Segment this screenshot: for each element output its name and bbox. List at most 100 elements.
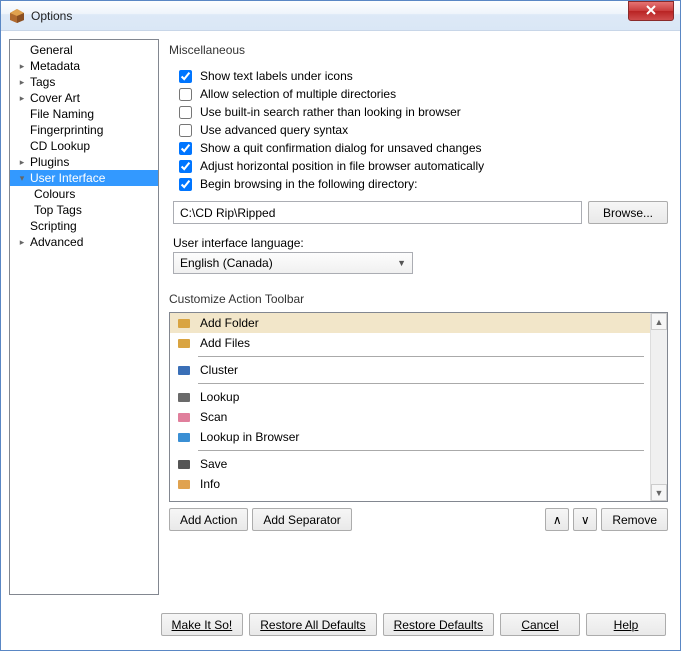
nav-item-fingerprinting[interactable]: Fingerprinting [10,122,158,138]
expand-icon[interactable]: ▸ [16,77,28,88]
close-button[interactable] [628,1,674,21]
toolbar-item-label: Save [200,457,227,471]
chevron-down-icon: ∨ [581,513,590,527]
nav-item-colours[interactable]: Colours [10,186,158,202]
app-icon [9,8,25,24]
toolbar-item-label: Info [200,477,220,491]
toolbar-item-save[interactable]: Save [170,454,650,474]
toolbar-item-cluster[interactable]: Cluster [170,360,650,380]
body: General▸Metadata▸Tags▸Cover ArtFile Nami… [1,31,680,603]
toolbar-separator [198,450,644,451]
toolbar-item-lookup-in-browser[interactable]: Lookup in Browser [170,427,650,447]
close-icon [645,4,657,18]
restore-defaults-button[interactable]: Restore Defaults [383,613,494,636]
nav-label: Plugins [30,155,69,169]
language-value: English (Canada) [180,256,273,270]
titlebar[interactable]: Options [1,1,680,31]
nav-item-scripting[interactable]: Scripting [10,218,158,234]
nav-item-metadata[interactable]: ▸Metadata [10,58,158,74]
window-title: Options [31,9,628,23]
nav-item-user-interface[interactable]: ▾User Interface [10,170,158,186]
nav-item-cover-art[interactable]: ▸Cover Art [10,90,158,106]
restore-all-defaults-button[interactable]: Restore All Defaults [249,613,376,636]
chevron-down-icon: ▼ [397,258,406,268]
nav-item-tags[interactable]: ▸Tags [10,74,158,90]
checkbox-label: Use built-in search rather than looking … [200,105,461,119]
toolbar-separator [198,383,644,384]
cancel-button[interactable]: Cancel [500,613,580,636]
checkbox[interactable] [179,142,192,155]
expand-icon[interactable]: ▸ [16,237,28,248]
make-it-so-button[interactable]: Make It So! [161,613,244,636]
checkbox[interactable] [179,178,192,191]
nav-label: Metadata [30,59,80,73]
checkbox-label: Show a quit confirmation dialog for unsa… [200,141,482,155]
content-pane: Miscellaneous Show text labels under ico… [167,39,672,595]
nav-label: File Naming [30,107,94,121]
checkbox-row: Use advanced query syntax [179,123,668,137]
nav-item-general[interactable]: General [10,42,158,58]
checkbox[interactable] [179,106,192,119]
nav-label: Colours [34,187,75,201]
footer: Make It So! Restore All Defaults Restore… [1,603,680,650]
nav-item-plugins[interactable]: ▸Plugins [10,154,158,170]
nav-label: Cover Art [30,91,80,105]
checkbox-row: Show a quit confirmation dialog for unsa… [179,141,668,155]
toolbar-item-label: Scan [200,410,227,424]
browse-button[interactable]: Browse... [588,201,668,224]
add-action-button[interactable]: Add Action [169,508,248,531]
nav-item-advanced[interactable]: ▸Advanced [10,234,158,250]
browse-path-input[interactable] [173,201,582,224]
checkbox-row: Begin browsing in the following director… [179,177,668,191]
toolbar-separator [198,356,644,357]
toolbar-item-scan[interactable]: Scan [170,407,650,427]
checkbox-label: Show text labels under icons [200,69,353,83]
expand-icon[interactable]: ▸ [16,61,28,72]
nav-label: Top Tags [34,203,82,217]
add-files-icon [176,335,192,351]
checkbox-row: Use built-in search rather than looking … [179,105,668,119]
toolbar-item-add-folder[interactable]: Add Folder [170,313,650,333]
expand-icon[interactable]: ▸ [16,157,28,168]
lookup-in-browser-icon [176,429,192,445]
scan-icon [176,409,192,425]
toolbar-item-info[interactable]: Info [170,474,650,494]
toolbar-item-add-files[interactable]: Add Files [170,333,650,353]
expand-icon[interactable]: ▾ [16,173,28,184]
toolbar-list-box: Add Folder Add Files Cluster Lookup Scan Look… [169,312,668,502]
nav-label: CD Lookup [30,139,90,153]
toolbar-item-label: Add Folder [200,316,259,330]
checkbox-label: Begin browsing in the following director… [200,177,417,191]
misc-title: Miscellaneous [169,43,668,57]
checkbox[interactable] [179,70,192,83]
nav-item-cd-lookup[interactable]: CD Lookup [10,138,158,154]
info-icon [176,476,192,492]
toolbar-item-label: Cluster [200,363,238,377]
remove-button[interactable]: Remove [601,508,668,531]
toolbar-item-lookup[interactable]: Lookup [170,387,650,407]
checkbox[interactable] [179,160,192,173]
add-separator-button[interactable]: Add Separator [252,508,351,531]
scroll-down-icon[interactable]: ▼ [651,484,667,501]
save-icon [176,456,192,472]
scroll-up-icon[interactable]: ▲ [651,313,667,330]
move-up-button[interactable]: ∧ [545,508,569,531]
toolbar-list[interactable]: Add Folder Add Files Cluster Lookup Scan Look… [170,313,650,501]
toolbar-item-label: Lookup [200,390,239,404]
move-down-button[interactable]: ∨ [573,508,597,531]
nav-label: Fingerprinting [30,123,103,137]
checkbox[interactable] [179,124,192,137]
language-select[interactable]: English (Canada) ▼ [173,252,413,274]
chevron-up-icon: ∧ [553,513,562,527]
nav-tree[interactable]: General▸Metadata▸Tags▸Cover ArtFile Nami… [9,39,159,595]
help-button[interactable]: Help [586,613,666,636]
nav-item-top-tags[interactable]: Top Tags [10,202,158,218]
checkbox-row: Show text labels under icons [179,69,668,83]
options-window: Options General▸Metadata▸Tags▸Cover ArtF… [0,0,681,651]
expand-icon[interactable]: ▸ [16,93,28,104]
scrollbar[interactable]: ▲ ▼ [650,313,667,501]
nav-item-file-naming[interactable]: File Naming [10,106,158,122]
checkbox[interactable] [179,88,192,101]
toolbar-item-label: Lookup in Browser [200,430,299,444]
checkbox-row: Allow selection of multiple directories [179,87,668,101]
